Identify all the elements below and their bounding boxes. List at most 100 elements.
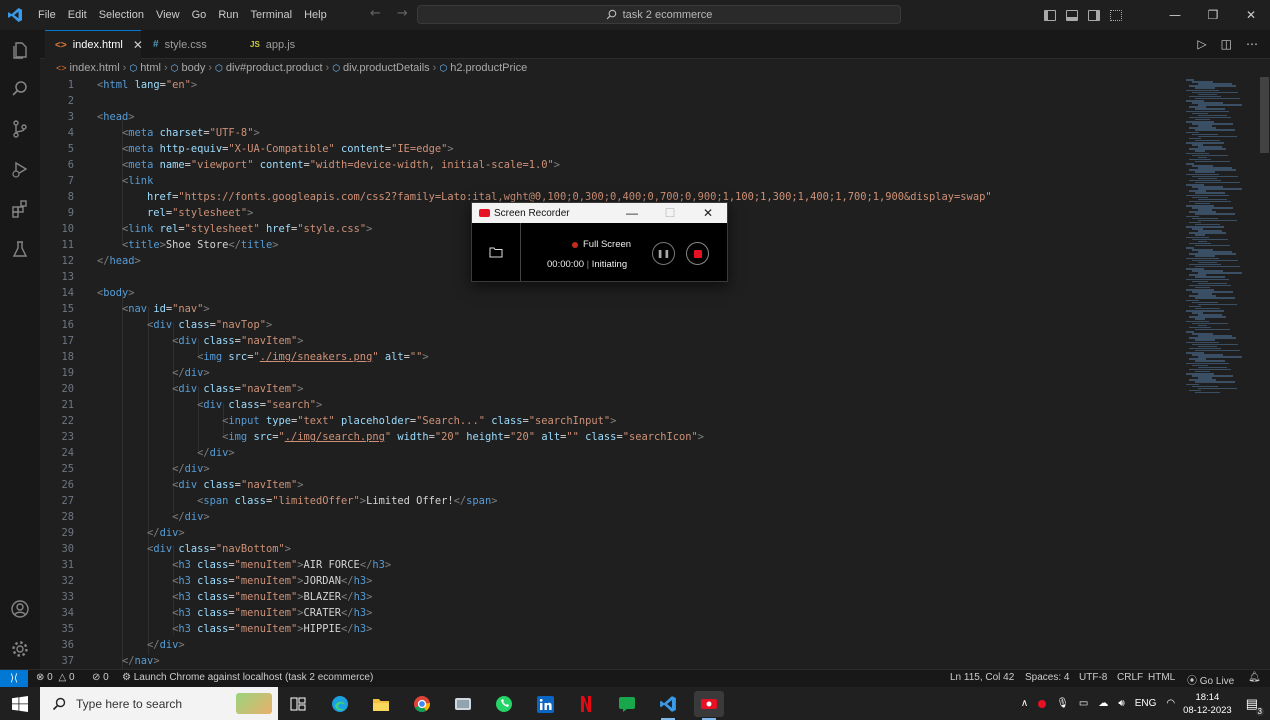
launch-config[interactable]: ⚙ Launch Chrome against localhost (task …	[122, 672, 373, 683]
task-view-icon[interactable]	[283, 691, 313, 717]
vscode-taskbar-icon[interactable]	[653, 691, 683, 720]
menu-run[interactable]: Run	[212, 0, 244, 30]
breadcrumb-item[interactable]: div.productDetails	[343, 62, 430, 74]
pause-button[interactable]: ❚❚	[652, 242, 675, 265]
recording-dot-icon	[572, 241, 578, 248]
run-and-debug-icon[interactable]	[8, 157, 32, 181]
toggle-panel-icon[interactable]	[1066, 9, 1078, 21]
breadcrumb-item[interactable]: body	[182, 62, 206, 74]
menu-view[interactable]: View	[150, 0, 186, 30]
code-line: 6 <meta name="viewport" content="width=d…	[67, 159, 561, 171]
linkedin-icon[interactable]	[530, 691, 560, 717]
accounts-icon[interactable]	[8, 597, 32, 621]
minimap[interactable]	[1180, 77, 1258, 669]
menu-edit[interactable]: Edit	[62, 0, 93, 30]
recorder-maximize-button[interactable]: ☐	[651, 203, 689, 223]
tab-style-css[interactable]: # style.css	[143, 30, 235, 59]
code-line: 36 </div>	[61, 639, 185, 651]
search-view-icon[interactable]	[8, 77, 32, 101]
html-file-icon: <>	[55, 39, 67, 51]
language-indicator[interactable]: ENG	[1135, 698, 1157, 709]
code-line: 2	[67, 95, 74, 107]
menu-help[interactable]: Help	[298, 0, 333, 30]
toggle-primary-sidebar-icon[interactable]	[1044, 9, 1056, 21]
netflix-icon[interactable]	[571, 691, 601, 717]
menu-go[interactable]: Go	[186, 0, 213, 30]
menu-terminal[interactable]: Terminal	[245, 0, 299, 30]
forward-arrow-icon[interactable]: →	[397, 6, 408, 21]
clock-date: 08-12-2023	[1183, 704, 1232, 716]
debug-launch-icon: ⚙	[122, 672, 131, 683]
file-explorer-icon[interactable]	[366, 691, 396, 717]
wifi-icon[interactable]: ◠	[1166, 698, 1175, 709]
close-tab-icon[interactable]: ✕	[133, 38, 143, 52]
recorder-title-bar: Screen Recorder — ☐ ✕	[472, 203, 727, 223]
recorder-close-button[interactable]: ✕	[689, 203, 727, 223]
code-line: 25 </div>	[61, 463, 210, 475]
clock[interactable]: 18:14 08-12-2023	[1183, 691, 1232, 717]
line-ending[interactable]: CRLF	[1117, 672, 1143, 683]
language-mode[interactable]: HTML	[1148, 672, 1175, 683]
cloud-icon[interactable]: ☁︎	[1098, 698, 1108, 709]
vertical-scrollbar[interactable]	[1258, 77, 1270, 669]
app-icon[interactable]	[448, 691, 478, 717]
run-icon[interactable]: ▷	[1197, 37, 1206, 51]
close-window-button[interactable]: ✕	[1232, 0, 1270, 30]
chrome-icon[interactable]	[407, 691, 437, 717]
menu-file[interactable]: File	[32, 0, 62, 30]
network-icon[interactable]: ▭	[1079, 698, 1088, 709]
cursor-position[interactable]: Ln 115, Col 42	[950, 672, 1014, 683]
notification-center-icon[interactable]: ▤ 3	[1246, 696, 1264, 716]
more-actions-icon[interactable]: ⋯	[1246, 37, 1258, 51]
tab-index-html[interactable]: <> index.html ✕	[45, 30, 143, 59]
launch-label: Launch Chrome against localhost (task 2 …	[133, 672, 374, 683]
testing-icon[interactable]	[8, 237, 32, 261]
go-live-button[interactable]: ⦿ Go Live	[1187, 672, 1234, 687]
breadcrumb-item[interactable]: index.html	[70, 62, 120, 74]
indentation[interactable]: Spaces: 4	[1025, 672, 1069, 683]
extensions-icon[interactable]	[8, 197, 32, 221]
microphone-icon[interactable]: 🎙︎	[1056, 698, 1069, 709]
toggle-secondary-sidebar-icon[interactable]	[1088, 9, 1100, 21]
encoding[interactable]: UTF-8	[1079, 672, 1107, 683]
code-editor[interactable]: 1 <html lang="en"> 2 3 <head> 4 <meta char…	[40, 77, 1180, 669]
command-center-search[interactable]: task 2 ecommerce	[417, 5, 901, 24]
edge-browser-icon[interactable]	[325, 691, 355, 717]
manage-gear-icon[interactable]	[8, 637, 32, 661]
taskbar-search-box[interactable]: Type here to search	[40, 687, 278, 720]
windows-start-icon[interactable]	[0, 687, 40, 720]
back-arrow-icon[interactable]: ←	[370, 6, 381, 21]
command-center-label: task 2 ecommerce	[622, 8, 713, 21]
explorer-icon[interactable]	[8, 38, 32, 62]
stop-button[interactable]	[686, 242, 709, 265]
restore-button[interactable]: ❐	[1194, 0, 1232, 30]
open-folder-icon[interactable]	[472, 223, 521, 281]
remote-indicator-icon[interactable]: ⟩⟨	[0, 670, 28, 687]
show-hidden-icons-icon[interactable]: ∧	[1021, 698, 1028, 709]
source-control-icon[interactable]	[8, 117, 32, 141]
whatsapp-icon[interactable]	[489, 691, 519, 717]
code-line: 7 <link	[67, 175, 154, 187]
menu-selection[interactable]: Selection	[93, 0, 150, 30]
split-editor-icon[interactable]: ◫	[1221, 37, 1232, 51]
ports-indicator[interactable]: ⊘ 0	[92, 672, 109, 683]
breadcrumb-item[interactable]: div#product.product	[226, 62, 323, 74]
problems-indicator[interactable]: ⊗ 0 △ 0	[36, 672, 75, 683]
chat-app-icon[interactable]	[612, 691, 642, 717]
tab-app-js[interactable]: JS app.js	[240, 30, 336, 59]
volume-icon[interactable]: 🔊︎	[1118, 698, 1124, 709]
screen-recorder-taskbar-icon[interactable]	[694, 691, 724, 720]
tab-label: style.css	[164, 38, 207, 51]
notifications-bell-icon[interactable]: 🔔︎	[1248, 672, 1261, 683]
recording-tray-icon[interactable]	[1038, 699, 1047, 708]
customize-layout-icon[interactable]	[1110, 9, 1122, 21]
minimize-button[interactable]: —	[1156, 0, 1194, 30]
scrollbar-thumb[interactable]	[1260, 77, 1269, 153]
recorder-minimize-button[interactable]: —	[613, 203, 651, 223]
breadcrumb-item[interactable]: html	[140, 62, 161, 74]
search-highlight-icon	[236, 693, 272, 714]
breadcrumb-item[interactable]: h2.productPrice	[450, 62, 527, 74]
title-bar: File Edit Selection View Go Run Terminal…	[0, 0, 1270, 30]
code-line: 37 </nav>	[61, 655, 160, 667]
code-line: 15 <nav id="nav">	[61, 303, 210, 315]
